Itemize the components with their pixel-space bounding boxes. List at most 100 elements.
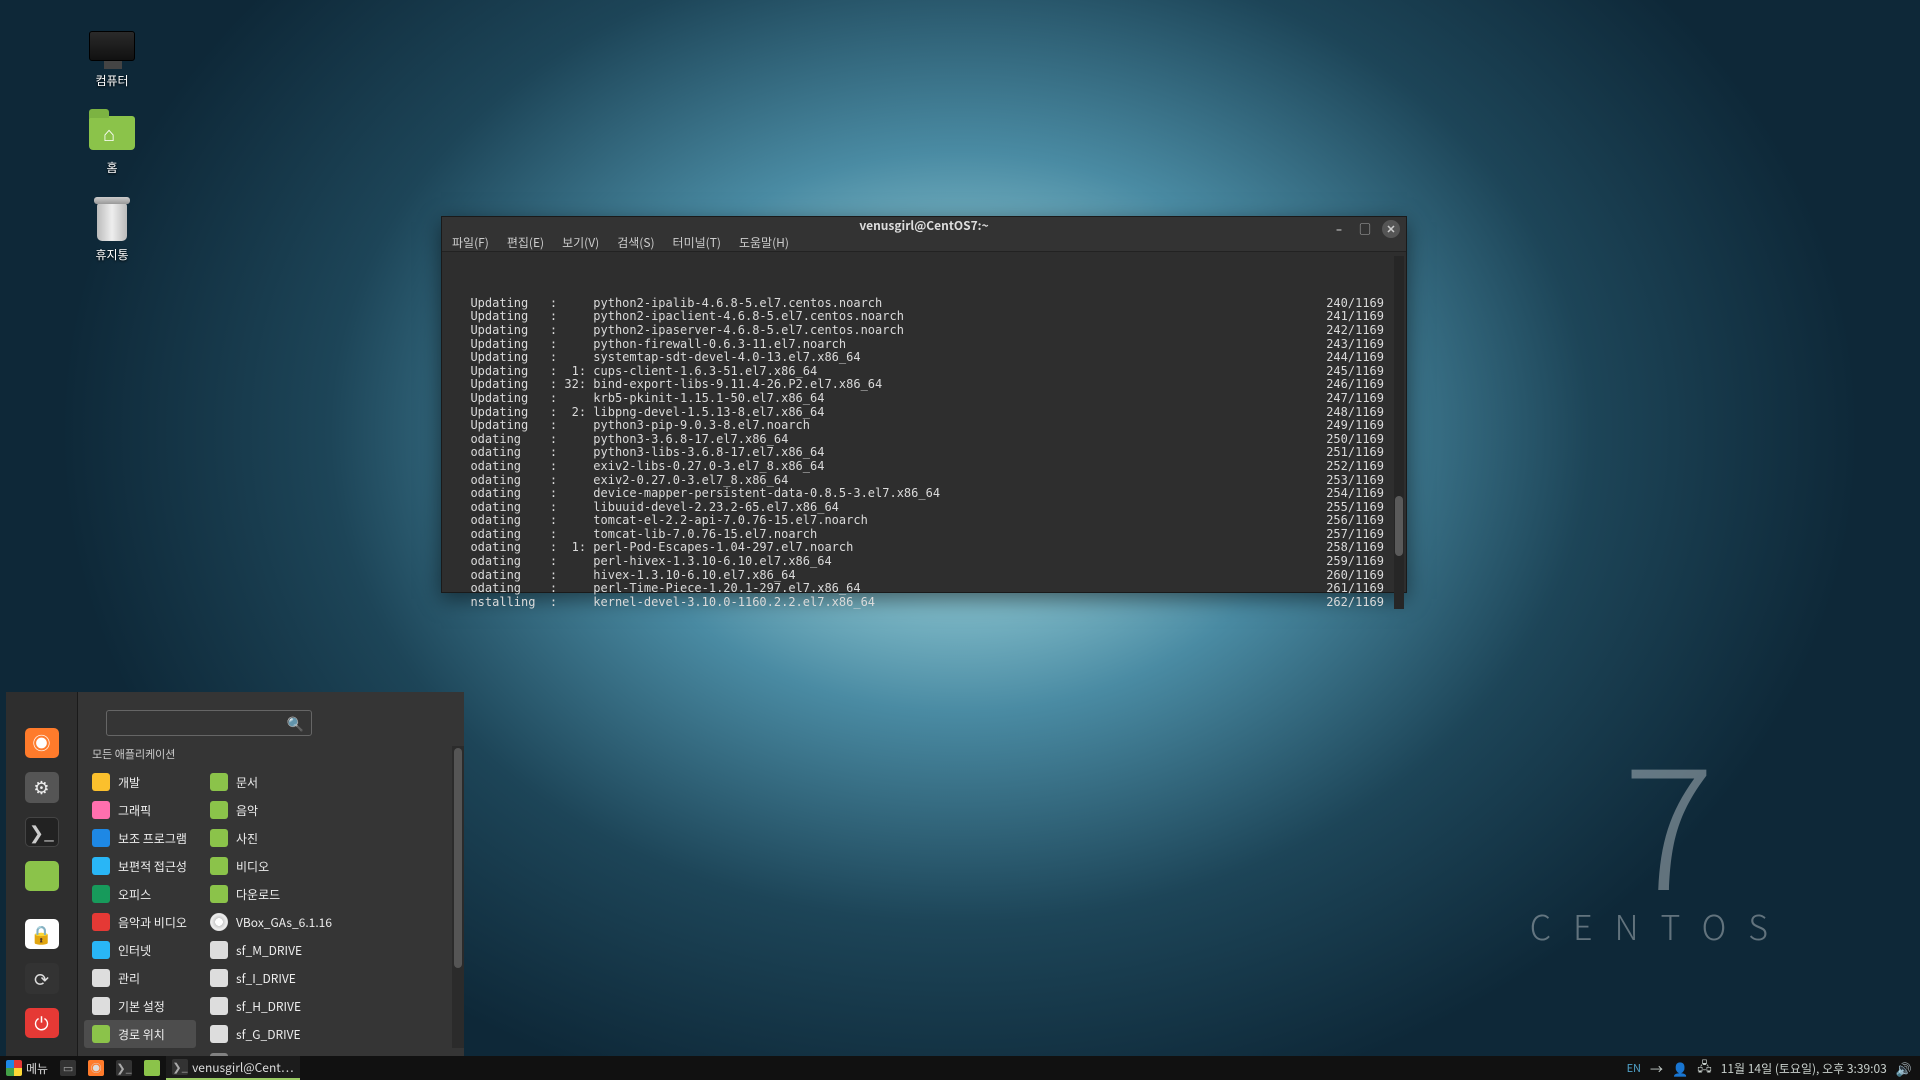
app-category-item[interactable]: 보조 프로그램 [84,824,196,852]
terminal-counter: 240/1169 [1326,297,1384,311]
category-icon [92,941,110,959]
close-button[interactable]: ✕ [1382,220,1400,238]
app-category-item[interactable]: 개발 [84,768,196,796]
trash-icon [97,203,127,241]
place-label: 비디오 [236,858,269,875]
terminal-line: Updating : 32: bind-export-libs-9.11.4-2… [456,378,1394,392]
restart-button[interactable]: ⟳ [25,963,59,993]
place-item[interactable]: 사진 [202,824,464,852]
tray-network-icon[interactable]: 🖧 [1697,1056,1712,1080]
terminal-menu-item[interactable]: 도움말(H) [739,234,789,251]
start-menu-search[interactable] [106,710,312,736]
terminal-window[interactable]: venusgirl@CentOS7:~ ‒ ▢ ✕ 파일(F) 편집(E) 보기(V… [441,216,1407,593]
terminal-counter: 257/1169 [1326,528,1384,542]
app-category-item[interactable]: 보편적 접근성 [84,852,196,880]
category-label: 보편적 접근성 [118,858,187,875]
tray-updates-icon[interactable]: → [1650,1059,1663,1078]
place-item[interactable]: 문서 [202,768,464,796]
app-category-item[interactable]: 관리 [84,964,196,992]
place-item[interactable]: sf_H_DRIVE [202,992,464,1020]
app-category-item[interactable]: 인터넷 [84,936,196,964]
drive-icon [210,969,228,987]
scrollbar-thumb[interactable] [1395,496,1403,556]
desktop-home-label: 홈 [64,159,160,176]
menu-scrollbar-thumb[interactable] [454,748,462,968]
place-item[interactable]: 음악 [202,796,464,824]
terminal-counter: 261/1169 [1326,582,1384,596]
terminal-line: odating : exiv2-0.27.0-3.el7_8.x86_64253… [456,474,1394,488]
launcher-files[interactable] [25,861,59,891]
place-item[interactable]: sf_I_DRIVE [202,964,464,992]
place-item[interactable]: 비디오 [202,852,464,880]
launcher-terminal-panel[interactable]: ❯_ [110,1056,138,1080]
launcher-firefox-panel[interactable]: ◉ [82,1056,110,1080]
menu-icon [6,1060,22,1076]
terminal-menu-item[interactable]: 검색(S) [617,234,654,251]
terminal-counter: 247/1169 [1326,392,1384,406]
show-desktop[interactable]: ▭ [54,1056,82,1080]
lock-button[interactable]: 🔒 [25,919,59,949]
terminal-line: Updating : krb5-pkinit-1.15.1-50.el7.x86… [456,392,1394,406]
terminal-menu-item[interactable]: 파일(F) [452,234,489,251]
folder-icon [210,885,228,903]
terminal-line: Updating : python2-ipalib-4.6.8-5.el7.ce… [456,297,1394,311]
desktop-computer[interactable]: 컴퓨터 [64,24,160,89]
terminal-scrollbar[interactable] [1394,256,1404,609]
desktop-computer-label: 컴퓨터 [64,72,160,89]
minimize-button[interactable]: ‒ [1330,220,1348,238]
terminal-counter: 256/1169 [1326,514,1384,528]
place-item[interactable]: sf_M_DRIVE [202,936,464,964]
terminal-menu-item[interactable]: 터미널(T) [673,234,721,251]
category-icon [92,801,110,819]
terminal-line: odating : python3-3.6.8-17.el7.x86_64250… [456,433,1394,447]
app-category-item[interactable]: 그래픽 [84,796,196,824]
desktop-home[interactable]: 홈 [64,111,160,176]
category-icon [92,913,110,931]
category-icon [92,857,110,875]
launcher-terminal[interactable]: ❯_ [25,817,59,847]
place-item[interactable]: sf_F_DRIVE [202,1048,464,1056]
place-item[interactable]: VBox_GAs_6.1.16 [202,908,464,936]
desktop-trash[interactable]: 휴지통 [64,198,160,263]
app-category-item[interactable]: 기본 설정 [84,992,196,1020]
tray-user-icon[interactable]: 👤 [1672,1059,1688,1078]
place-label: sf_I_DRIVE [236,970,296,987]
tray-lang[interactable]: EN [1627,1060,1641,1076]
power-button[interactable]: ⏻ [25,1008,59,1038]
task-terminal[interactable]: ❯_ venusgirl@Cent… [166,1056,300,1080]
terminal-menu-item[interactable]: 보기(V) [562,234,599,251]
terminal-menu-item[interactable]: 편집(E) [507,234,544,251]
places-column: 문서음악사진비디오다운로드VBox_GAs_6.1.16sf_M_DRIVEsf… [196,768,464,1056]
launcher-firefox[interactable]: ◉ [25,728,59,758]
terminal-icon: ❯_ [172,1059,188,1075]
app-category-item[interactable]: 오피스 [84,880,196,908]
task-label: venusgirl@Cent… [192,1059,294,1076]
place-label: 사진 [236,830,258,847]
category-icon [92,885,110,903]
terminal-line: odating : libuuid-devel-2.23.2-65.el7.x8… [456,501,1394,515]
place-item[interactable]: 다운로드 [202,880,464,908]
system-tray: EN → 👤 🖧 11월 14일 (토요일), 오후 3:39:03 🔊 [1619,1056,1920,1080]
place-item[interactable]: sf_G_DRIVE [202,1020,464,1048]
category-icon [92,997,110,1015]
terminal-counter: 252/1169 [1326,460,1384,474]
terminal-counter: 244/1169 [1326,351,1384,365]
launcher-files-panel[interactable] [138,1056,166,1080]
terminal-menubar: 파일(F) 편집(E) 보기(V) 검색(S) 터미널(T) 도움말(H) [442,234,1406,252]
drive-icon [210,997,228,1015]
tray-volume-icon[interactable]: 🔊 [1896,1059,1912,1078]
terminal-titlebar[interactable]: venusgirl@CentOS7:~ ‒ ▢ ✕ [442,217,1406,234]
app-category-item[interactable]: 경로 위치 [84,1020,196,1048]
terminal-output[interactable]: Updating : python2-ipalib-4.6.8-5.el7.ce… [442,252,1406,613]
menu-button[interactable]: 메뉴 [0,1056,54,1080]
menu-scrollbar[interactable] [452,746,464,1048]
category-label: 경로 위치 [118,1026,165,1043]
launcher-settings[interactable]: ⚙ [25,772,59,802]
monitor-icon [89,31,135,61]
apps-section-header: 모든 애플리케이션 [78,744,464,768]
show-desktop-icon: ▭ [60,1060,76,1076]
category-label: 기본 설정 [118,998,165,1015]
tray-clock[interactable]: 11월 14일 (토요일), 오후 3:39:03 [1721,1060,1887,1077]
maximize-button[interactable]: ▢ [1356,220,1374,238]
app-category-item[interactable]: 음악과 비디오 [84,908,196,936]
